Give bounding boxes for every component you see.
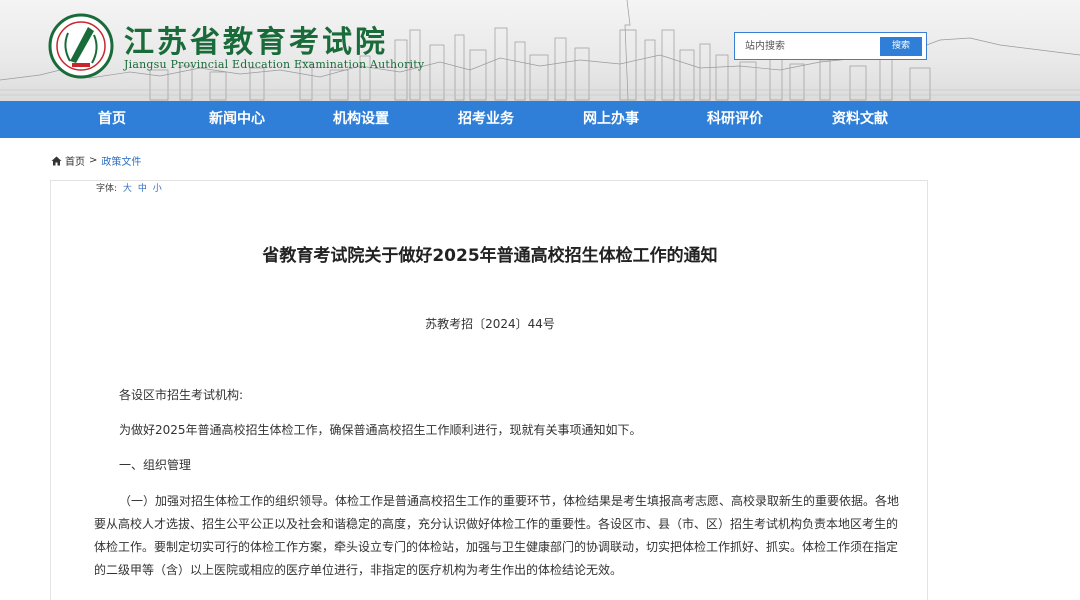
search-button[interactable]: 搜索 [880,37,922,56]
font-size-medium[interactable]: 中 [138,184,147,194]
site-header: 江苏省教育考试院 Jiangsu Provincial Education Ex… [0,0,1080,101]
site-name-en: Jiangsu Provincial Education Examination… [124,58,425,71]
intro-paragraph: 为做好2025年普通高校招生体检工作，确保普通高校招生工作顺利进行，现就有关事项… [119,423,642,437]
font-size-label: 字体: [96,184,118,194]
font-size-small[interactable]: 小 [153,184,162,194]
nav-item-admissions[interactable]: 招考业务 [458,101,514,138]
main-nav: 首页 新闻中心 机构设置 招考业务 网上办事 科研评价 资料文献 [0,101,1080,138]
home-icon [51,156,62,165]
paragraph-line: 体检工作。要制定切实可行的体检工作方案，牵头设立专门的体检站，加强与卫生健康部门… [94,540,899,554]
nav-item-research[interactable]: 科研评价 [707,101,763,138]
search-input[interactable] [735,33,885,59]
breadcrumb-separator: > [89,155,98,166]
nav-item-online-services[interactable]: 网上办事 [583,101,639,138]
breadcrumb-home[interactable]: 首页 [65,153,85,168]
nav-item-news[interactable]: 新闻中心 [209,101,265,138]
breadcrumb: 首页 > 政策文件 [51,153,141,168]
article-panel: 字体: 大 中 小 省教育考试院关于做好2025年普通高校招生体检工作的通知 苏… [50,180,928,600]
font-size-large[interactable]: 大 [123,184,132,194]
breadcrumb-current[interactable]: 政策文件 [101,153,141,168]
document-number: 苏教考招〔2024〕44号 [425,317,555,331]
authority-logo [48,13,114,79]
salutation: 各设区市招生考试机构: [119,388,244,402]
site-name-cn: 江苏省教育考试院 [124,25,388,60]
nav-item-documents[interactable]: 资料文献 [832,101,888,138]
nav-item-home[interactable]: 首页 [98,101,126,138]
search-box: 搜索 [734,32,927,60]
nav-item-organization[interactable]: 机构设置 [333,101,389,138]
section-heading: 一、组织管理 [119,458,192,472]
article-title: 省教育考试院关于做好2025年普通高校招生体检工作的通知 [262,246,718,266]
paragraph-line: 要从高校人才选拔、招生公平公正以及社会和谐稳定的高度，充分认识做好体检工作的重要… [94,517,899,531]
font-size-selector: 字体: 大 中 小 [96,181,162,194]
paragraph-line: 的二级甲等（含）以上医院或相应的医疗单位进行，非指定的医疗机构为考生作出的体检结… [94,563,623,577]
paragraph-line: （一）加强对招生体检工作的组织领导。体检工作是普通高校招生工作的重要环节，体检结… [119,494,900,508]
